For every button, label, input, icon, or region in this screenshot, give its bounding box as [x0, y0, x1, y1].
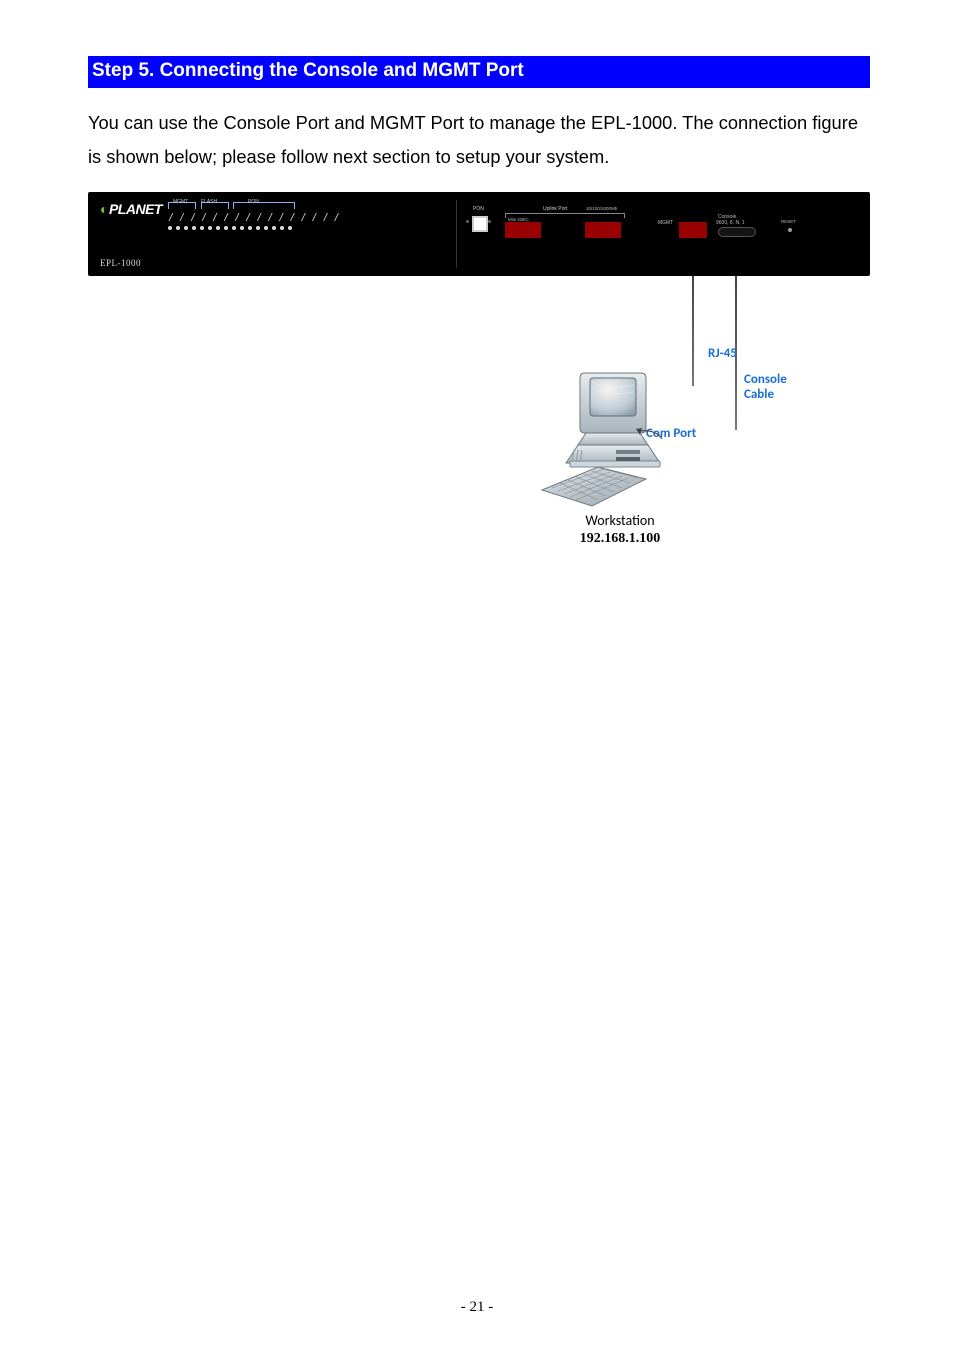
- uplink-port-label: Uplink Port: [543, 206, 567, 212]
- console-cable-label: Console Cable: [744, 372, 787, 403]
- section-heading-bar: Step 5. Connecting the Console and MGMT …: [88, 56, 870, 88]
- reset-button-icon: [788, 228, 792, 232]
- logo-icon: ◐: [100, 201, 108, 217]
- rj45-port-label: 10/100/1000Mb: [586, 206, 617, 211]
- brand-name: PLANET: [109, 201, 162, 217]
- workstation-text: Workstation: [585, 512, 654, 529]
- brand-logo: ◐PLANET: [100, 201, 162, 217]
- workstation-caption: Workstation 192.168.1.100: [555, 512, 685, 547]
- section-title: Step 5. Connecting the Console and MGMT …: [92, 60, 524, 81]
- led-label-mgmt: MGMT: [173, 199, 188, 205]
- led-label-pon: PON: [248, 199, 259, 205]
- connection-diagram: RJ-45 Console Cable Com Port: [88, 276, 870, 536]
- led-dot-row: [168, 226, 292, 230]
- console-port: [718, 227, 756, 237]
- mgmt-port: [679, 222, 707, 238]
- console-port-settings: 9600, 8, N, 1: [716, 220, 745, 226]
- panel-divider: [456, 200, 457, 268]
- mgmt-port-label: MGMT: [658, 220, 673, 226]
- rj45-port: [585, 222, 621, 238]
- pon-led-right: [488, 220, 491, 223]
- rj45-cable-label: RJ-45: [708, 346, 737, 361]
- pon-led-left: [466, 220, 469, 223]
- device-front-panel: ◐PLANET EPL-1000 MGMT FLASH PON / / / / …: [88, 192, 870, 276]
- workstation-ip: 192.168.1.100: [580, 531, 661, 546]
- led-label-flash: FLASH: [201, 199, 217, 205]
- gbic-port: [505, 222, 541, 238]
- pon-port-label: PON: [473, 206, 484, 212]
- pon-port: [472, 216, 488, 232]
- led-indicator-row: / / / / / / / / / / / / / / / /: [168, 212, 339, 223]
- connection-figure: ◐PLANET EPL-1000 MGMT FLASH PON / / / / …: [88, 192, 870, 536]
- page-number: - 21 -: [0, 1299, 954, 1316]
- workstation-icon: [538, 366, 698, 516]
- body-paragraph: You can use the Console Port and MGMT Po…: [88, 106, 870, 174]
- model-label: EPL-1000: [100, 258, 141, 268]
- led-group-labels: MGMT FLASH PON: [168, 202, 295, 209]
- reset-label: RESET: [781, 219, 796, 224]
